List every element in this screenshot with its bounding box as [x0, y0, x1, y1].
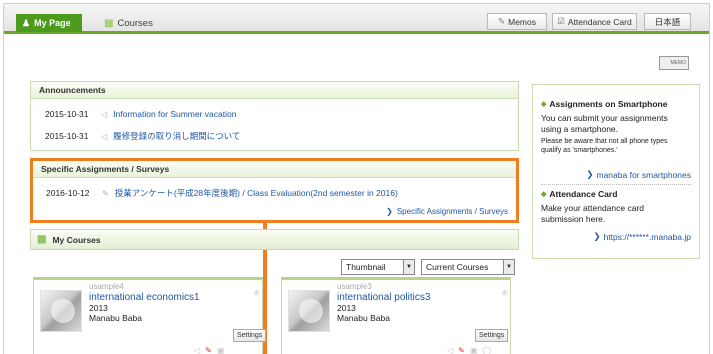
course-status-icons: ◁ ✎ ▣ ◯	[447, 346, 491, 354]
clock-icon: ◯	[482, 346, 492, 354]
attendance-card-label: Attendance Card	[567, 16, 632, 27]
courses-icon: ▩	[37, 234, 47, 245]
page-icon: ▣	[469, 346, 478, 354]
diamond-bullet-icon: ◆	[541, 101, 547, 108]
my-courses-title: My Courses	[52, 234, 101, 245]
course-card[interactable]: usample3 international politics3 2013 Ma…	[281, 277, 511, 354]
speaker-icon: ◁	[101, 131, 108, 141]
star-icon[interactable]: ★	[252, 288, 261, 299]
course-card[interactable]: usample4 international economics1 2013 M…	[33, 277, 267, 354]
course-code: usample3	[337, 282, 372, 291]
memo-icon[interactable]: MEMO	[659, 56, 689, 70]
attendance-section-title: ◆ Attendance Card	[541, 189, 618, 199]
attendance-card-button[interactable]: ☑ Attendance Card	[552, 13, 637, 30]
announcement-link[interactable]: 履修登録の取り消し期間について	[113, 130, 240, 142]
tab-my-page[interactable]: ♟ My Page	[16, 14, 82, 32]
tab-courses-label: Courses	[117, 17, 153, 29]
my-courses-header: ▩ My Courses	[30, 229, 519, 250]
pencil-icon: ✎	[458, 346, 465, 354]
chevron-right-icon: ❯	[593, 231, 601, 241]
star-icon[interactable]: ★	[500, 288, 509, 299]
settings-button[interactable]: Settings	[233, 329, 267, 342]
courses-icon: ▩	[104, 17, 114, 29]
top-nav-bar: ♟ My Page ▩ Courses ✎ Memos ☑ Attendance…	[4, 4, 709, 34]
smartphone-note-1: Please be aware that not all phone types	[541, 138, 668, 145]
settings-button[interactable]: Settings	[475, 329, 509, 342]
course-info: usample3 international politics3 2013 Ma…	[337, 282, 430, 323]
view-mode-select[interactable]: Thumbnail ▼	[341, 259, 415, 275]
list-item: 2015-10-31 ◁ 履修登録の取り消し期間について	[45, 130, 240, 142]
diamond-bullet-icon: ◆	[541, 191, 547, 198]
tab-courses[interactable]: ▩ Courses	[104, 15, 153, 31]
smartphone-text-2: using a smartphone.	[541, 124, 619, 134]
chevron-down-icon: ▼	[503, 260, 514, 274]
smartphone-note-2: qualify as 'smartphones.'	[541, 147, 618, 154]
course-name-link[interactable]: international politics3	[337, 292, 430, 303]
tab-my-page-label: My Page	[34, 18, 71, 28]
speaker-icon: ◁	[194, 346, 201, 354]
person-icon: ♟	[22, 17, 31, 28]
course-teacher: Manabu Baba	[89, 313, 142, 323]
attendance-text-2: submission here.	[541, 214, 606, 224]
page-frame: ♟ My Page ▩ Courses ✎ Memos ☑ Attendance…	[3, 3, 710, 354]
announcements-title: Announcements	[31, 82, 518, 99]
course-name-link[interactable]: international economics1	[89, 292, 200, 303]
course-code: usample4	[89, 282, 124, 291]
sidebar-divider	[541, 184, 691, 185]
smartphone-section-title: ◆ Assignments on Smartphone	[541, 99, 668, 109]
course-year: 2013	[337, 303, 356, 313]
pencil-icon: ✎	[205, 346, 212, 354]
list-item: 2015-10-31 ◁ Information for Summer vaca…	[45, 109, 236, 119]
right-sidebar: ◆ Assignments on Smartphone You can subm…	[532, 84, 700, 259]
announcement-link[interactable]: Information for Summer vacation	[113, 109, 236, 119]
attendance-url-link[interactable]: ❯ https://******.manaba.jp	[593, 231, 691, 242]
highlight-box	[30, 158, 519, 223]
course-teacher: Manabu Baba	[337, 313, 390, 323]
course-info: usample4 international economics1 2013 M…	[89, 282, 200, 323]
chevron-down-icon: ▼	[403, 260, 414, 274]
manaba-smartphones-link[interactable]: ❯ manaba for smartphones	[586, 169, 691, 180]
course-filter-select[interactable]: Current Courses ▼	[421, 259, 515, 275]
announcement-date: 2015-10-31	[45, 131, 89, 141]
course-status-icons: ◁ ✎ ▣	[194, 346, 224, 354]
course-filter-value: Current Courses	[426, 262, 489, 272]
announcement-date: 2015-10-31	[45, 109, 89, 119]
attendance-text-1: Make your attendance card	[541, 203, 645, 213]
speaker-icon: ◁	[101, 109, 108, 119]
course-thumbnail	[288, 290, 330, 332]
course-year: 2013	[89, 303, 108, 313]
attendance-card-icon: ☑	[557, 16, 565, 26]
smartphone-text-1: You can submit your assignments	[541, 113, 668, 123]
language-label: 日本語	[654, 16, 681, 27]
speaker-icon: ◁	[447, 346, 454, 354]
announcements-panel: Announcements 2015-10-31 ◁ Information f…	[30, 81, 519, 151]
language-button[interactable]: 日本語	[644, 13, 691, 30]
memos-button[interactable]: ✎ Memos	[487, 13, 547, 30]
chevron-right-icon: ❯	[586, 169, 594, 179]
memos-label: Memos	[508, 16, 536, 27]
page-icon: ▣	[216, 346, 225, 354]
memo-pencil-icon: ✎	[498, 16, 506, 26]
view-mode-value: Thumbnail	[346, 262, 386, 272]
course-thumbnail	[40, 290, 82, 332]
